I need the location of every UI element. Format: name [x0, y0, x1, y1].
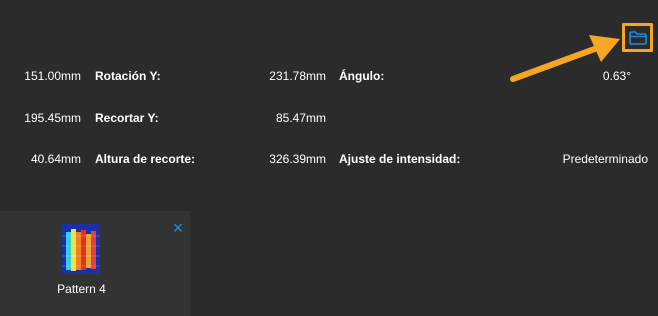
folder-icon: [628, 30, 647, 45]
open-folder-button[interactable]: [622, 23, 653, 52]
pattern-thumbnail[interactable]: [62, 224, 100, 274]
pattern-label: Pattern 4: [57, 282, 106, 296]
close-icon[interactable]: ×: [170, 219, 186, 237]
